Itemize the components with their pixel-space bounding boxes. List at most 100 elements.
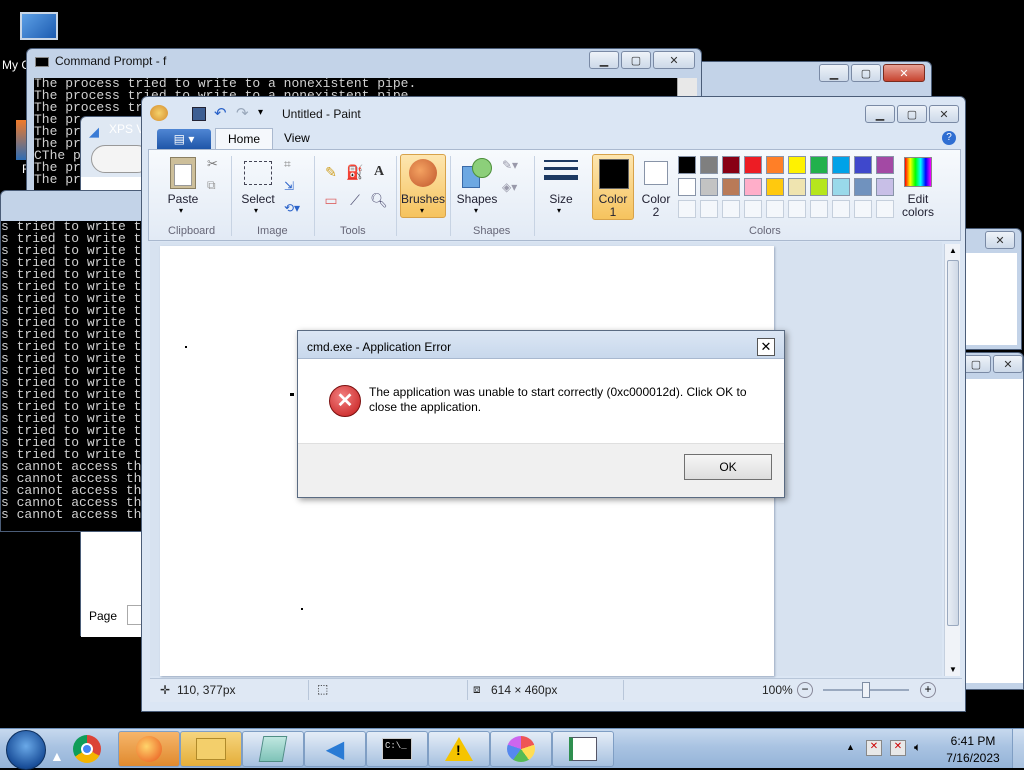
background-window-3[interactable]: ▢ ✕ bbox=[960, 352, 1024, 690]
ok-button[interactable]: OK bbox=[684, 454, 772, 480]
select-button[interactable]: Select bbox=[238, 192, 278, 206]
taskbar-cmd[interactable]: C:\_ bbox=[366, 731, 428, 767]
eraser-icon[interactable]: ▭ bbox=[320, 190, 342, 210]
fill-icon[interactable]: ⛽ bbox=[344, 162, 366, 182]
zoom-in-icon[interactable]: + bbox=[920, 682, 936, 698]
taskbar-warning[interactable]: ! bbox=[428, 731, 490, 767]
taskbar-xps[interactable] bbox=[552, 731, 614, 767]
palette-swatch[interactable] bbox=[876, 178, 894, 196]
close-button[interactable]: ✕ bbox=[883, 64, 925, 82]
palette-swatch[interactable] bbox=[810, 178, 828, 196]
palette-swatch-empty[interactable] bbox=[766, 200, 784, 218]
edit-colors-label-2[interactable]: colors bbox=[898, 205, 938, 219]
pencil-icon[interactable]: ✎ bbox=[320, 162, 342, 182]
tab-view[interactable]: View bbox=[272, 128, 322, 150]
palette-swatch[interactable] bbox=[700, 156, 718, 174]
edit-colors-icon[interactable] bbox=[904, 157, 932, 187]
palette-swatch-empty[interactable] bbox=[700, 200, 718, 218]
palette-swatch-empty[interactable] bbox=[744, 200, 762, 218]
palette-swatch-empty[interactable] bbox=[678, 200, 696, 218]
close-button[interactable]: ✕ bbox=[653, 51, 695, 69]
copy-icon[interactable]: ⧉ bbox=[207, 178, 216, 193]
dialog-close-button[interactable]: ✕ bbox=[757, 338, 775, 356]
resize-icon[interactable]: ⇲ bbox=[284, 179, 294, 193]
paste-icon[interactable] bbox=[170, 157, 196, 189]
volume-icon[interactable]: 🔈︎ bbox=[914, 740, 930, 756]
background-console-window[interactable]: s tried to write to s tried to write to s … bbox=[0, 190, 151, 532]
palette-swatch[interactable] bbox=[876, 156, 894, 174]
paint-menu-button[interactable]: ▤ ▾ bbox=[157, 129, 211, 149]
clock-time[interactable]: 6:41 PM bbox=[948, 734, 998, 748]
palette-swatch[interactable] bbox=[810, 156, 828, 174]
palette-swatch-empty[interactable] bbox=[832, 200, 850, 218]
start-button[interactable] bbox=[6, 730, 46, 770]
undo-icon[interactable]: ↶ bbox=[214, 104, 227, 122]
palette-swatch-empty[interactable] bbox=[854, 200, 872, 218]
palette-swatch-empty[interactable] bbox=[810, 200, 828, 218]
cut-icon[interactable]: ✂ bbox=[207, 156, 218, 172]
fill-style-icon[interactable]: ◈▾ bbox=[502, 180, 517, 194]
palette-swatch[interactable] bbox=[766, 178, 784, 196]
size-icon[interactable] bbox=[544, 160, 578, 184]
text-icon[interactable]: A bbox=[368, 162, 390, 182]
palette-swatch[interactable] bbox=[744, 178, 762, 196]
maximize-button[interactable]: ▢ bbox=[851, 64, 881, 82]
shapes-icon[interactable] bbox=[462, 158, 492, 188]
color-picker-icon[interactable]: ⟋ bbox=[344, 190, 366, 210]
redo-icon[interactable]: ↷ bbox=[236, 104, 249, 122]
close-button[interactable]: ✕ bbox=[985, 231, 1015, 249]
palette-swatch-empty[interactable] bbox=[876, 200, 894, 218]
select-icon[interactable] bbox=[244, 161, 272, 185]
palette-swatch[interactable] bbox=[766, 156, 784, 174]
show-desktop-button[interactable] bbox=[1012, 729, 1024, 768]
maximize-button[interactable]: ▢ bbox=[897, 105, 927, 123]
paste-dropdown-icon[interactable]: ▾ bbox=[179, 206, 183, 215]
minimize-button[interactable]: ▁ bbox=[819, 64, 849, 82]
minimize-button[interactable]: ▁ bbox=[589, 51, 619, 69]
outline-icon[interactable]: ✎▾ bbox=[502, 158, 518, 172]
magnifier-icon[interactable]: 🔍︎ bbox=[368, 190, 390, 210]
close-button[interactable]: ✕ bbox=[993, 355, 1023, 373]
palette-swatch[interactable] bbox=[678, 156, 696, 174]
edit-colors-label-1[interactable]: Edit bbox=[898, 192, 938, 206]
taskbar-paint[interactable] bbox=[490, 731, 552, 767]
palette-swatch[interactable] bbox=[788, 178, 806, 196]
taskbar-explorer[interactable] bbox=[180, 731, 242, 767]
palette-swatch-empty[interactable] bbox=[788, 200, 806, 218]
zoom-slider-thumb[interactable] bbox=[862, 682, 870, 698]
console-output[interactable]: s tried to write to s tried to write to s … bbox=[1, 221, 151, 531]
maximize-button[interactable]: ▢ bbox=[621, 51, 651, 69]
palette-swatch-empty[interactable] bbox=[722, 200, 740, 218]
minimize-button[interactable]: ▁ bbox=[865, 105, 895, 123]
show-hidden-icons[interactable]: ▲ bbox=[846, 742, 855, 752]
action-center-icon[interactable]: ✕ bbox=[866, 740, 882, 756]
crop-icon[interactable]: ⌗ bbox=[284, 157, 291, 172]
palette-swatch[interactable] bbox=[788, 156, 806, 174]
scroll-thumb[interactable] bbox=[947, 260, 959, 626]
taskbar-vscode[interactable]: ◀ bbox=[304, 731, 366, 767]
zoom-out-icon[interactable]: − bbox=[797, 682, 813, 698]
palette-swatch[interactable] bbox=[854, 156, 872, 174]
taskbar-chrome[interactable] bbox=[56, 731, 118, 767]
size-dropdown-icon[interactable]: ▾ bbox=[557, 206, 561, 215]
palette-swatch[interactable] bbox=[722, 178, 740, 196]
quick-access-dropdown-icon[interactable]: ▾ bbox=[258, 107, 263, 118]
palette-swatch[interactable] bbox=[722, 156, 740, 174]
vertical-scrollbar[interactable]: ▲ ▼ bbox=[944, 244, 960, 676]
palette-swatch[interactable] bbox=[832, 178, 850, 196]
tab-home[interactable]: Home bbox=[215, 128, 274, 150]
palette-swatch[interactable] bbox=[744, 156, 762, 174]
select-dropdown-icon[interactable]: ▾ bbox=[254, 206, 258, 215]
size-button[interactable]: Size bbox=[541, 192, 581, 206]
rotate-icon[interactable]: ⟲▾ bbox=[284, 201, 300, 215]
network-icon[interactable]: ✕ bbox=[890, 740, 906, 756]
close-button[interactable]: ✕ bbox=[929, 105, 959, 123]
palette-swatch[interactable] bbox=[700, 178, 718, 196]
error-dialog[interactable]: cmd.exe - Application Error ✕ ✕ The appl… bbox=[297, 330, 785, 498]
save-icon[interactable] bbox=[192, 107, 206, 121]
clock-date[interactable]: 7/16/2023 bbox=[944, 751, 1002, 765]
palette-swatch[interactable] bbox=[854, 178, 872, 196]
paste-button[interactable]: Paste bbox=[164, 192, 202, 206]
color2-swatch[interactable] bbox=[644, 161, 668, 185]
brushes-dropdown-icon[interactable]: ▾ bbox=[420, 206, 424, 215]
